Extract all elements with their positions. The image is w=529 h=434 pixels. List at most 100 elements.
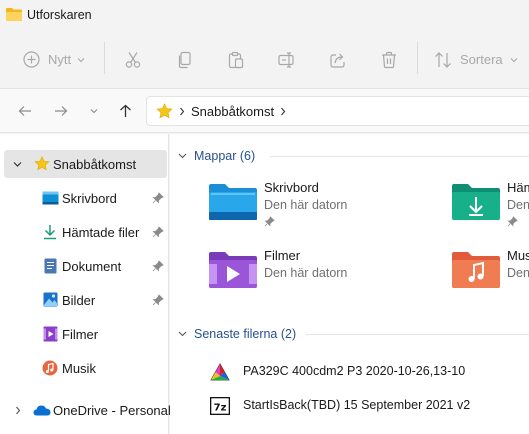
music-icon	[42, 360, 58, 376]
recent-file-name: StartIsBack(TBD) 15 September 2021 v2	[243, 398, 471, 412]
sidebar-item-desktop[interactable]: Skrivbord	[0, 184, 169, 212]
address-bar[interactable]: Snabbåtkomst	[146, 96, 529, 126]
navigation-pane: Snabbåtkomst Skrivbord Hämtade filer Dok…	[0, 134, 171, 434]
new-button-label: Nytt	[48, 52, 72, 67]
document-icon	[44, 258, 57, 274]
color-profile-icon	[210, 363, 230, 381]
sort-button[interactable]: Sortera	[434, 30, 518, 89]
group-header-label: Senaste filerna (2)	[194, 327, 297, 341]
star-icon	[34, 156, 50, 171]
sidebar-item-videos[interactable]: Filmer	[0, 320, 169, 348]
group-header-folders[interactable]: Mappar (6)	[178, 146, 255, 166]
group-header-recent[interactable]: Senaste filerna (2)	[178, 324, 296, 344]
folder-tile-downloads[interactable]: Hämtade filer Den här datorn	[448, 176, 529, 228]
tile-location: Den här datorn	[264, 198, 348, 212]
group-header-label: Mappar (6)	[194, 149, 256, 163]
downloads-folder-icon	[452, 184, 500, 220]
sidebar-item-documents[interactable]: Dokument	[0, 252, 169, 280]
chevron-right-icon[interactable]	[15, 406, 21, 415]
toolbar-separator	[104, 42, 105, 74]
tile-name: Hämtade filer	[507, 180, 529, 195]
rename-icon	[278, 51, 294, 68]
chevron-down-icon	[90, 109, 98, 114]
forward-button[interactable]	[51, 101, 71, 121]
picture-icon	[43, 292, 58, 307]
tile-location: Den här datorn	[264, 266, 348, 280]
share-button[interactable]	[329, 30, 347, 89]
sidebar-item-label: Bilder	[62, 293, 96, 308]
tile-name: Musik	[507, 248, 529, 263]
plus-circle-icon	[23, 51, 40, 68]
chevron-down-icon	[178, 153, 187, 159]
pin-icon[interactable]	[152, 260, 164, 272]
delete-button[interactable]	[380, 30, 398, 89]
recent-locations-button[interactable]	[84, 101, 104, 121]
arrow-up-icon	[119, 104, 131, 117]
sort-button-label: Sortera	[460, 52, 503, 67]
music-folder-icon	[452, 252, 500, 288]
videos-folder-icon	[209, 252, 257, 288]
cut-button[interactable]	[124, 30, 142, 89]
pin-icon[interactable]	[152, 294, 164, 306]
sidebar-item-downloads[interactable]: Hämtade filer	[0, 218, 169, 246]
pin-icon	[264, 216, 275, 227]
breadcrumb-quick-access[interactable]: Snabbåtkomst	[191, 104, 274, 119]
copy-button[interactable]	[176, 30, 194, 89]
recent-file-name: PA329C 400cdm2 P3 2020-10-26,13-10	[243, 364, 466, 378]
rename-button[interactable]	[278, 30, 297, 89]
download-arrow-icon	[44, 225, 56, 240]
toolbar-separator	[417, 42, 418, 74]
chevron-right-icon	[180, 107, 185, 116]
tile-location: Den här datorn	[507, 266, 529, 280]
file-explorer-icon	[6, 7, 22, 24]
navigation-bar: Snabbåtkomst	[0, 89, 529, 133]
sort-icon	[435, 51, 451, 68]
up-button[interactable]	[115, 101, 135, 121]
sidebar-item-quick-access[interactable]: Snabbåtkomst	[4, 150, 167, 178]
paste-button[interactable]	[227, 30, 245, 89]
group-divider	[306, 334, 529, 335]
arrow-right-icon	[55, 106, 68, 116]
video-icon	[43, 326, 58, 342]
trash-icon	[382, 51, 396, 68]
folder-tile-music[interactable]: Musik Den här datorn	[448, 246, 529, 298]
command-bar: Nytt Sortera	[0, 30, 529, 89]
star-icon	[156, 103, 173, 119]
copy-icon	[178, 51, 191, 68]
chevron-down-icon	[178, 331, 187, 337]
pin-icon[interactable]	[152, 226, 164, 238]
chevron-down-icon	[13, 162, 22, 167]
content-pane: Mappar (6) Skrivbord Den här datorn Hämt…	[170, 134, 529, 434]
sidebar-item-label: Skrivbord	[62, 191, 117, 206]
sidebar-item-music[interactable]: Musik	[0, 354, 169, 382]
sidebar-item-onedrive[interactable]: OneDrive - Personal	[0, 396, 171, 424]
chevron-right-icon	[281, 107, 286, 116]
recent-file-row[interactable]: PA329C 400cdm2 P3 2020-10-26,13-10	[170, 355, 529, 389]
window-title: Utforskaren	[27, 8, 92, 22]
7z-archive-icon: 7z	[210, 397, 230, 415]
sidebar-item-label: Musik	[62, 361, 96, 376]
arrow-left-icon	[18, 106, 31, 116]
chevron-down-icon	[77, 57, 85, 62]
sidebar-item-label: Dokument	[62, 259, 122, 274]
recent-file-row[interactable]: 7z StartIsBack(TBD) 15 September 2021 v2	[170, 389, 529, 423]
sidebar-item-label: Hämtade filer	[62, 225, 140, 240]
desktop-folder-icon	[209, 184, 257, 220]
share-icon	[330, 53, 345, 68]
sidebar-item-label: OneDrive - Personal	[53, 403, 171, 418]
pin-icon[interactable]	[152, 192, 164, 204]
sidebar-item-label: Filmer	[62, 327, 99, 342]
pin-icon	[507, 216, 518, 227]
title-bar: Utforskaren	[0, 0, 529, 30]
folder-tile-desktop[interactable]: Skrivbord Den här datorn	[205, 176, 445, 228]
chevron-down-icon	[510, 57, 518, 62]
folder-tile-videos[interactable]: Filmer Den här datorn	[205, 246, 445, 298]
tile-name: Filmer	[264, 248, 301, 263]
new-button[interactable]: Nytt	[23, 30, 85, 89]
tile-location: Den här datorn	[507, 198, 529, 212]
back-button[interactable]	[15, 101, 35, 121]
sidebar-item-pictures[interactable]: Bilder	[0, 286, 169, 314]
tile-name: Skrivbord	[264, 180, 319, 195]
onedrive-cloud-icon	[33, 405, 51, 416]
sidebar-item-label: Snabbåtkomst	[53, 157, 137, 172]
